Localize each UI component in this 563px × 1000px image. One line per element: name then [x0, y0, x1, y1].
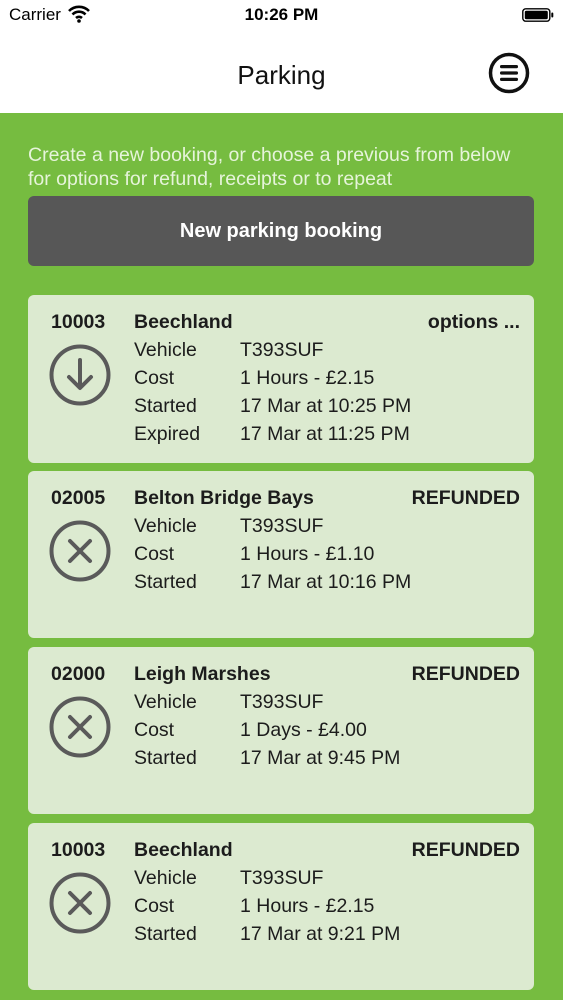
started-label: Started — [134, 571, 197, 593]
booking-location: Beechland — [134, 311, 233, 333]
vehicle-label: Vehicle — [134, 339, 197, 361]
cost-label: Cost — [134, 543, 175, 565]
intro-text: Create a new booking, or choose a previo… — [28, 144, 511, 190]
expired-value: 17 Mar at 11:25 PM — [240, 423, 410, 445]
booking-location: Belton Bridge Bays — [134, 487, 314, 509]
cost-value: 1 Hours - £1.10 — [240, 543, 375, 565]
cost-row: Cost 1 Days - £4.00 — [134, 719, 367, 742]
new-parking-booking-button[interactable]: New parking booking — [28, 196, 534, 266]
vehicle-label: Vehicle — [134, 867, 197, 889]
vehicle-row: Vehicle T393SUF — [134, 515, 323, 538]
clock: 10:26 PM — [244, 5, 319, 24]
booking-card[interactable]: 10003 Beechland REFUNDED Vehicle T393SUF … — [28, 823, 534, 990]
navigation-bar: Parking — [0, 30, 563, 113]
vehicle-value: T393SUF — [240, 691, 324, 713]
vehicle-value: T393SUF — [240, 515, 324, 537]
booking-code: 10003 — [51, 839, 106, 861]
started-value: 17 Mar at 10:16 PM — [240, 571, 412, 593]
cost-row: Cost 1 Hours - £2.15 — [134, 895, 374, 918]
started-row: Started 17 Mar at 9:45 PM — [134, 747, 400, 770]
cost-value: 1 Hours - £2.15 — [240, 895, 375, 917]
cost-label: Cost — [134, 367, 175, 389]
page-title: Parking — [237, 60, 326, 90]
options-link[interactable]: options ... — [428, 311, 520, 334]
booking-code: 02005 — [51, 487, 106, 509]
started-label: Started — [134, 395, 197, 417]
menu-icon[interactable] — [488, 52, 530, 94]
started-label: Started — [134, 747, 197, 769]
booking-card[interactable]: 10003 Beechland options ... Vehicle T393S… — [28, 295, 534, 463]
started-label: Started — [134, 923, 197, 945]
vehicle-row: Vehicle T393SUF — [134, 339, 323, 362]
status-badge: REFUNDED — [411, 839, 520, 861]
battery-icon — [522, 8, 554, 22]
status-bar: Carrier 10:26 PM — [0, 0, 563, 30]
cost-value: 1 Days - £4.00 — [240, 719, 367, 741]
vehicle-value: T393SUF — [240, 867, 324, 889]
booking-code: 02000 — [51, 663, 106, 685]
download-icon — [49, 344, 111, 406]
expired-row: Expired 17 Mar at 11:25 PM — [134, 423, 410, 446]
started-value: 17 Mar at 9:45 PM — [240, 747, 401, 769]
started-value: 17 Mar at 10:25 PM — [240, 395, 412, 417]
cancelled-icon — [49, 520, 111, 582]
booking-code: 10003 — [51, 311, 106, 333]
cost-label: Cost — [134, 895, 175, 917]
booking-card[interactable]: 02000 Leigh Marshes REFUNDED Vehicle T393… — [28, 647, 534, 814]
vehicle-label: Vehicle — [134, 691, 197, 713]
started-row: Started 17 Mar at 10:16 PM — [134, 571, 411, 594]
cost-value: 1 Hours - £2.15 — [240, 367, 375, 389]
vehicle-row: Vehicle T393SUF — [134, 867, 323, 890]
booking-location: Beechland — [134, 839, 233, 861]
booking-location: Leigh Marshes — [134, 663, 271, 685]
cost-label: Cost — [134, 719, 175, 741]
cost-row: Cost 1 Hours - £1.10 — [134, 543, 374, 566]
cancelled-icon — [49, 696, 111, 758]
cost-row: Cost 1 Hours - £2.15 — [134, 367, 374, 390]
started-row: Started 17 Mar at 9:21 PM — [134, 923, 400, 946]
status-badge: REFUNDED — [411, 487, 520, 509]
expired-label: Expired — [134, 423, 201, 445]
booking-card[interactable]: 02005 Belton Bridge Bays REFUNDED Vehicl… — [28, 471, 534, 638]
started-row: Started 17 Mar at 10:25 PM — [134, 395, 411, 418]
started-value: 17 Mar at 9:21 PM — [240, 923, 401, 945]
status-badge: REFUNDED — [411, 663, 520, 685]
vehicle-label: Vehicle — [134, 515, 197, 537]
vehicle-value: T393SUF — [240, 339, 324, 361]
cancelled-icon — [49, 872, 111, 934]
vehicle-row: Vehicle T393SUF — [134, 691, 323, 714]
